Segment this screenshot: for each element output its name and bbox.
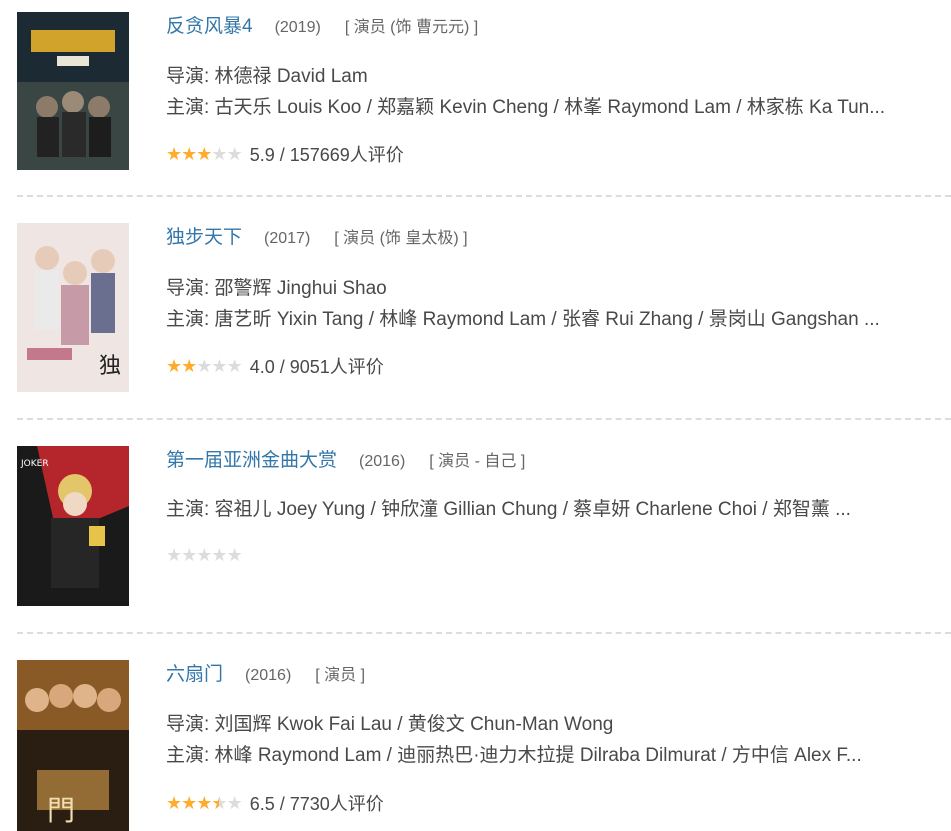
poster-image: JOKER — [17, 446, 129, 606]
movie-poster[interactable]: 門 — [17, 660, 129, 831]
rating-stars: ★★★★★ — [166, 792, 243, 814]
star-icon: ★ — [166, 143, 182, 164]
cast-line: 主演: 古天乐 Louis Koo / 郑嘉颖 Kevin Cheng / 林峯… — [166, 97, 886, 118]
star-icon: ★ — [211, 544, 227, 565]
movie-role: [ 演员 - 自己 ] — [429, 453, 526, 470]
item-divider — [17, 195, 951, 197]
movie-role: [ 演员 ] — [315, 667, 366, 684]
movie-poster[interactable]: 独 — [17, 223, 129, 392]
star-icon: ★ — [196, 792, 212, 813]
movie-poster[interactable]: JOKER — [17, 446, 129, 606]
star-icon: ★ — [181, 792, 197, 813]
star-icon: ★ — [226, 792, 243, 813]
star-icon: ★ — [211, 355, 227, 376]
rating-row: ★★★★★ — [166, 544, 243, 566]
rating-text: 4.0 / 9051人评价 — [249, 357, 384, 377]
movie-role: [ 演员 (饰 皇太极) ] — [334, 230, 468, 247]
movie-year: (2019) — [274, 19, 321, 36]
rating-stars: ★★★★★ — [166, 355, 243, 377]
movie-title-link[interactable]: 第一届亚洲金曲大赏 — [166, 450, 337, 471]
rating-row: ★★★★★ 5.9 / 157669人评价 — [166, 141, 404, 167]
star-icon: ★ — [211, 143, 227, 164]
star-icon: ★ — [181, 355, 197, 376]
item-divider — [17, 418, 951, 420]
star-icon: ★ — [211, 792, 227, 813]
movie-role: [ 演员 (饰 曹元元) ] — [344, 19, 479, 36]
movie-year: (2017) — [264, 230, 311, 247]
rating-text: 6.5 / 7730人评价 — [249, 794, 384, 814]
director-line: 导演: 刘国辉 Kwok Fai Lau / 黄俊文 Chun-Man Wong — [166, 714, 614, 735]
star-icon: ★ — [226, 143, 243, 164]
cast-line: 主演: 林峰 Raymond Lam / 迪丽热巴·迪力木拉提 Dilraba … — [166, 745, 862, 766]
movie-item: JOKER 第一届亚洲金曲大赏 (2016) [ 演员 - 自己 ] 主演: 容祖儿… — [0, 435, 951, 635]
director-line: 导演: 林德禄 David Lam — [166, 66, 368, 87]
star-icon: ★ — [166, 792, 182, 813]
star-icon: ★ — [181, 143, 197, 164]
movie-item: 反贪风暴4 (2019) [ 演员 (饰 曹元元) ] 导演: 林德禄 David … — [0, 0, 951, 200]
svg-text:JOKER: JOKER — [20, 459, 49, 469]
star-icon: ★ — [166, 544, 182, 565]
poster-image: 門 — [17, 660, 129, 831]
movie-item: 独 独步天下 (2017) [ 演员 (饰 皇太极) ] 导演: 邵警辉 Jingh… — [0, 212, 951, 412]
movie-year: (2016) — [359, 453, 406, 470]
rating-stars: ★★★★★ — [166, 143, 243, 165]
movie-item: 門 六扇门 (2016) [ 演员 ] 导演: 刘国辉 Kwok Fai Lau /… — [0, 649, 951, 831]
rating-stars: ★★★★★ — [166, 544, 243, 566]
star-icon: ★ — [226, 355, 243, 376]
movie-title-link[interactable]: 六扇门 — [166, 664, 223, 685]
item-divider — [17, 632, 951, 634]
rating-row: ★★★★★ 4.0 / 9051人评价 — [166, 353, 384, 379]
cast-line: 主演: 唐艺昕 Yixin Tang / 林峰 Raymond Lam / 张睿… — [166, 309, 880, 330]
cast-line: 主演: 容祖儿 Joey Yung / 钟欣潼 Gillian Chung / … — [166, 499, 851, 520]
svg-text:門: 門 — [47, 794, 75, 827]
movie-title-link[interactable]: 反贪风暴4 — [166, 16, 253, 37]
svg-text:独: 独 — [99, 354, 121, 379]
movie-year: (2016) — [245, 667, 292, 684]
rating-text: 5.9 / 157669人评价 — [249, 145, 404, 165]
poster-image: 独 — [17, 223, 129, 392]
director-line: 导演: 邵警辉 Jinghui Shao — [166, 278, 387, 299]
star-icon: ★ — [196, 143, 212, 164]
star-icon: ★ — [226, 544, 243, 565]
star-icon: ★ — [181, 544, 197, 565]
star-icon: ★ — [196, 544, 212, 565]
rating-row: ★★★★★ 6.5 / 7730人评价 — [166, 790, 384, 816]
star-icon: ★ — [196, 355, 212, 376]
poster-image — [17, 12, 129, 170]
star-icon: ★ — [166, 355, 182, 376]
movie-title-link[interactable]: 独步天下 — [166, 227, 242, 248]
movie-poster[interactable] — [17, 12, 129, 170]
